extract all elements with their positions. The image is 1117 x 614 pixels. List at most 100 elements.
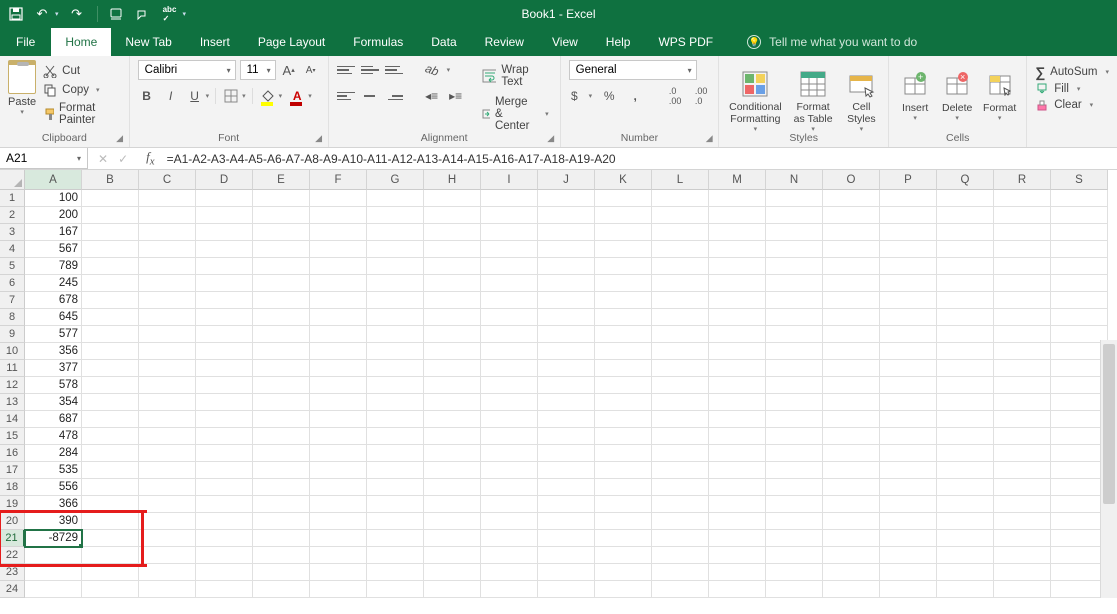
cell-F8[interactable] xyxy=(310,309,367,326)
cell-Q20[interactable] xyxy=(937,513,994,530)
col-header-A[interactable]: A xyxy=(25,170,82,190)
cell-J21[interactable] xyxy=(538,530,595,547)
cell-E8[interactable] xyxy=(253,309,310,326)
cell-M18[interactable] xyxy=(709,479,766,496)
cell-F24[interactable] xyxy=(310,581,367,598)
cell-L23[interactable] xyxy=(652,564,709,581)
cell-R24[interactable] xyxy=(994,581,1051,598)
accounting-icon[interactable]: $ xyxy=(569,86,587,106)
cell-Q16[interactable] xyxy=(937,445,994,462)
cell-K18[interactable] xyxy=(595,479,652,496)
cell-A4[interactable]: 567 xyxy=(25,241,82,258)
cut-button[interactable]: Cut xyxy=(40,62,121,80)
cell-D8[interactable] xyxy=(196,309,253,326)
col-header-B[interactable]: B xyxy=(82,170,139,190)
copy-button[interactable]: Copy▾ xyxy=(40,81,121,99)
cell-I5[interactable] xyxy=(481,258,538,275)
cell-E7[interactable] xyxy=(253,292,310,309)
cell-I17[interactable] xyxy=(481,462,538,479)
cell-D11[interactable] xyxy=(196,360,253,377)
col-header-I[interactable]: I xyxy=(481,170,538,190)
col-header-D[interactable]: D xyxy=(196,170,253,190)
cell-M3[interactable] xyxy=(709,224,766,241)
cell-Q13[interactable] xyxy=(937,394,994,411)
cell-A14[interactable]: 687 xyxy=(25,411,82,428)
cell-A23[interactable] xyxy=(25,564,82,581)
cell-M9[interactable] xyxy=(709,326,766,343)
cell-R22[interactable] xyxy=(994,547,1051,564)
cell-I2[interactable] xyxy=(481,207,538,224)
cell-J3[interactable] xyxy=(538,224,595,241)
cell-L12[interactable] xyxy=(652,377,709,394)
col-header-G[interactable]: G xyxy=(367,170,424,190)
cell-K21[interactable] xyxy=(595,530,652,547)
cell-C17[interactable] xyxy=(139,462,196,479)
cell-C23[interactable] xyxy=(139,564,196,581)
cell-S6[interactable] xyxy=(1051,275,1108,292)
col-header-Q[interactable]: Q xyxy=(937,170,994,190)
cell-E22[interactable] xyxy=(253,547,310,564)
cell-J10[interactable] xyxy=(538,343,595,360)
autosum-button[interactable]: ∑AutoSum▾ xyxy=(1035,64,1109,80)
cell-E20[interactable] xyxy=(253,513,310,530)
cell-R16[interactable] xyxy=(994,445,1051,462)
row-header-3[interactable]: 3 xyxy=(0,224,25,241)
cell-N24[interactable] xyxy=(766,581,823,598)
cell-K5[interactable] xyxy=(595,258,652,275)
cell-O9[interactable] xyxy=(823,326,880,343)
cell-L24[interactable] xyxy=(652,581,709,598)
cell-G11[interactable] xyxy=(367,360,424,377)
cell-O23[interactable] xyxy=(823,564,880,581)
merge-center-button[interactable]: Merge & Center▾ xyxy=(479,94,552,134)
cell-H22[interactable] xyxy=(424,547,481,564)
cell-O19[interactable] xyxy=(823,496,880,513)
cell-N7[interactable] xyxy=(766,292,823,309)
cell-D9[interactable] xyxy=(196,326,253,343)
cell-Q1[interactable] xyxy=(937,190,994,207)
cell-G2[interactable] xyxy=(367,207,424,224)
cell-O16[interactable] xyxy=(823,445,880,462)
fill-button[interactable]: Fill▾ xyxy=(1035,82,1109,96)
number-dialog-launcher[interactable]: ◢ xyxy=(703,132,715,144)
cell-L2[interactable] xyxy=(652,207,709,224)
grow-font-icon[interactable]: A▴ xyxy=(280,60,298,80)
cell-M21[interactable] xyxy=(709,530,766,547)
name-box[interactable]: A21▾ xyxy=(0,148,88,169)
speak-icon[interactable] xyxy=(136,6,152,22)
cell-N20[interactable] xyxy=(766,513,823,530)
row-header-24[interactable]: 24 xyxy=(0,581,25,598)
align-right-icon[interactable] xyxy=(385,89,403,103)
cell-Q4[interactable] xyxy=(937,241,994,258)
cell-D18[interactable] xyxy=(196,479,253,496)
cell-A21[interactable]: -8729 xyxy=(25,530,82,547)
cell-C19[interactable] xyxy=(139,496,196,513)
cell-B17[interactable] xyxy=(82,462,139,479)
cell-E1[interactable] xyxy=(253,190,310,207)
cell-H13[interactable] xyxy=(424,394,481,411)
cell-D19[interactable] xyxy=(196,496,253,513)
cell-L21[interactable] xyxy=(652,530,709,547)
cell-Q24[interactable] xyxy=(937,581,994,598)
cell-O1[interactable] xyxy=(823,190,880,207)
cell-K2[interactable] xyxy=(595,207,652,224)
cell-B22[interactable] xyxy=(82,547,139,564)
spellcheck-icon[interactable]: abc✓ xyxy=(162,6,178,22)
cell-D3[interactable] xyxy=(196,224,253,241)
cell-Q22[interactable] xyxy=(937,547,994,564)
cell-K24[interactable] xyxy=(595,581,652,598)
cell-I16[interactable] xyxy=(481,445,538,462)
cell-O5[interactable] xyxy=(823,258,880,275)
fx-icon[interactable]: fx xyxy=(138,149,162,168)
cell-J16[interactable] xyxy=(538,445,595,462)
cell-Q5[interactable] xyxy=(937,258,994,275)
cell-H6[interactable] xyxy=(424,275,481,292)
cell-L17[interactable] xyxy=(652,462,709,479)
cell-O20[interactable] xyxy=(823,513,880,530)
cell-F2[interactable] xyxy=(310,207,367,224)
cell-C16[interactable] xyxy=(139,445,196,462)
paste-button[interactable]: Paste ▾ xyxy=(8,60,36,128)
cell-G18[interactable] xyxy=(367,479,424,496)
cell-Q21[interactable] xyxy=(937,530,994,547)
cells-grid[interactable]: 1002001675677892456786455773563775783546… xyxy=(25,190,1108,598)
cell-G24[interactable] xyxy=(367,581,424,598)
